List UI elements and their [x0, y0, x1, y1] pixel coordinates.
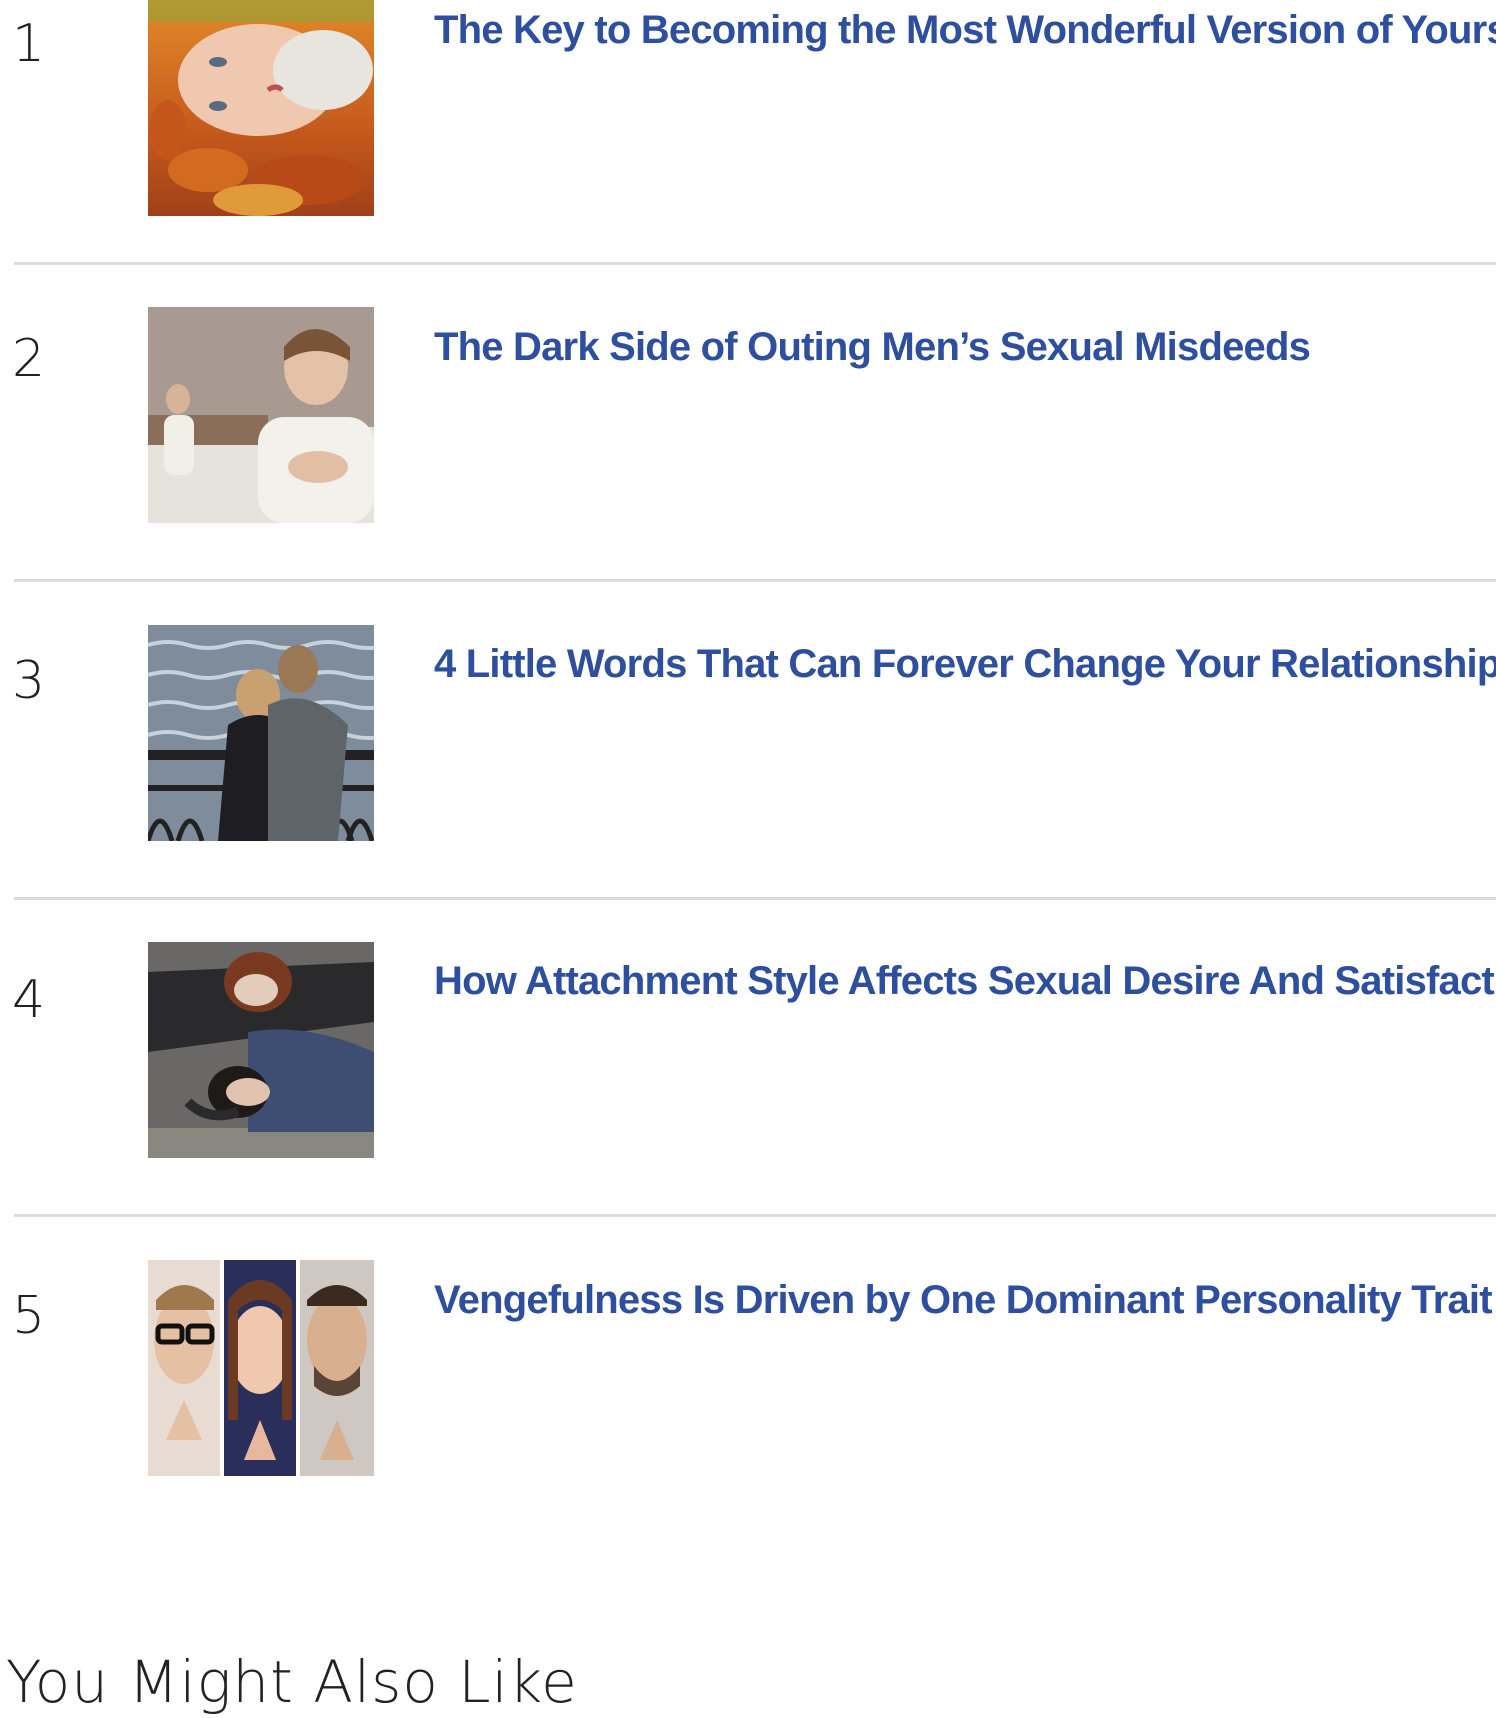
- article-title-link[interactable]: Vengefulness Is Driven by One Dominant P…: [434, 1276, 1493, 1324]
- article-title-link[interactable]: 4 Little Words That Can Forever Change Y…: [434, 640, 1496, 688]
- divider: [14, 262, 1496, 265]
- item-rank: 4: [12, 970, 46, 1030]
- article-title-link[interactable]: The Key to Becoming the Most Wonderful V…: [434, 6, 1496, 54]
- article-title-link[interactable]: The Dark Side of Outing Men’s Sexual Mis…: [434, 323, 1311, 371]
- item-rank: 2: [12, 329, 46, 389]
- article-thumbnail[interactable]: [148, 0, 374, 216]
- list-item: 5 Vengefulness Is Driven by One Dominant…: [0, 1260, 1496, 1578]
- article-thumbnail[interactable]: [148, 307, 374, 523]
- woman-in-autumn-leaves-image: [148, 0, 374, 216]
- item-rank: 5: [12, 1286, 46, 1346]
- article-thumbnail[interactable]: [148, 1260, 374, 1476]
- man-thinking-woman-on-bed-image: [148, 307, 374, 523]
- divider: [14, 579, 1496, 582]
- three-faces-collage-image: [148, 1260, 374, 1476]
- couple-hugging-by-water-image: [148, 625, 374, 841]
- couple-lying-on-ground-image: [148, 942, 374, 1158]
- article-thumbnail[interactable]: [148, 942, 374, 1158]
- list-item: 4 How Attachment Style Affects Sexual De…: [0, 942, 1496, 1260]
- item-rank: 3: [12, 651, 46, 711]
- section-heading: You Might Also Like: [6, 1648, 578, 1717]
- divider: [14, 1214, 1496, 1217]
- article-title-link[interactable]: How Attachment Style Affects Sexual Desi…: [434, 957, 1496, 1005]
- list-item: 3 4 Little Words That Can Forever Change…: [0, 625, 1496, 943]
- item-rank: 1: [12, 14, 46, 74]
- list-item: 2 The Dark Side of Outing Men’s Sexual M…: [0, 307, 1496, 625]
- divider: [14, 897, 1496, 900]
- article-thumbnail[interactable]: [148, 625, 374, 841]
- list-item: 1 The Key to Becoming the Most Wonderful…: [0, 0, 1496, 318]
